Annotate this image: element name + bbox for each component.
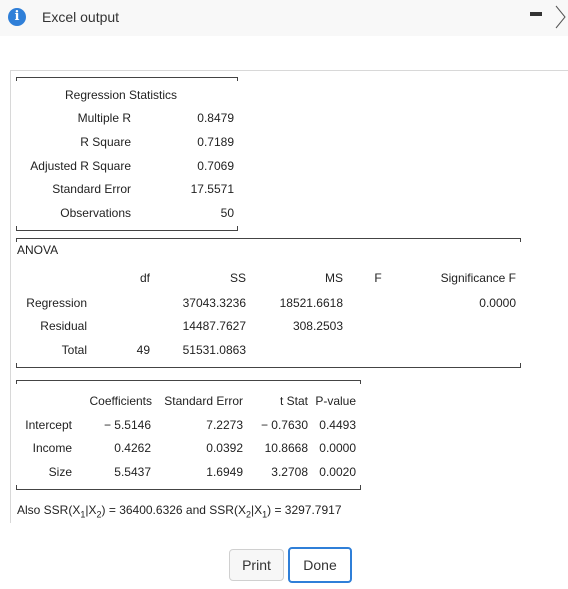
done-button[interactable]: Done [288, 547, 352, 583]
coefficients-row-label: Intercept [25, 418, 72, 432]
stat-value: 17.5571 [190, 182, 234, 196]
stat-label: Standard Error [52, 182, 131, 196]
coefficients-cell: − 0.7630 [260, 418, 308, 432]
coefficients-row-label: Income [32, 441, 72, 455]
anova-cell: 51531.0863 [182, 343, 246, 357]
stat-label: Observations [60, 206, 131, 220]
coefficients-cell: 3.2708 [271, 465, 308, 479]
coefficients-row-label: Size [48, 465, 72, 479]
info-icon: i [8, 8, 26, 26]
anova-row-label: Residual [40, 319, 87, 333]
stat-value: 0.7069 [197, 159, 234, 173]
coefficients-cell: 0.0000 [319, 441, 356, 455]
anova-column-header: F [374, 271, 382, 285]
dialog-titlebar: i Excel output [0, 0, 568, 36]
anova-cell: 0.0000 [479, 296, 516, 310]
coefficients-column-header: P-value [315, 394, 356, 408]
coefficients-cell: 1.6949 [206, 465, 243, 479]
coefficients-cell: 7.2273 [206, 418, 243, 432]
chevron-right-icon[interactable] [553, 4, 567, 30]
anova-cell: 308.2503 [292, 319, 343, 333]
stat-label: R Square [80, 135, 131, 149]
regression-statistics-heading: Regression Statistics [65, 88, 178, 102]
coefficients-cell: 5.5437 [114, 465, 151, 479]
ssr-note: Also SSR(X1|X2) = 36400.6326 and SSR(X2|… [17, 503, 342, 520]
coefficients-cell: 0.0392 [206, 441, 243, 455]
stat-value: 50 [220, 206, 234, 220]
coefficients-column-header: Coefficients [89, 394, 152, 408]
stat-value: 0.8479 [197, 111, 234, 125]
coefficients-column-header: t Stat [279, 394, 308, 408]
anova-row-label: Regression [26, 296, 87, 310]
minimize-icon[interactable] [530, 12, 542, 16]
coefficients-cell: − 5.5146 [103, 418, 151, 432]
anova-cell: 14487.7627 [182, 319, 246, 333]
anova-cell: 18521.6618 [279, 296, 343, 310]
anova-heading: ANOVA [17, 243, 59, 257]
anova-column-header: Significance F [440, 271, 516, 285]
coefficients-cell: 0.0020 [319, 465, 356, 479]
coefficients-cell: 0.4493 [319, 418, 356, 432]
anova-cell: 49 [136, 343, 150, 357]
anova-column-header: MS [325, 271, 343, 285]
print-button[interactable]: Print [229, 549, 284, 581]
coefficients-column-header: Standard Error [164, 394, 243, 408]
anova-column-header: SS [229, 271, 246, 285]
anova-cell: 37043.3236 [182, 296, 246, 310]
coefficients-cell: 10.8668 [264, 441, 308, 455]
anova-column-header: df [139, 271, 150, 285]
stat-label: Multiple R [77, 111, 131, 125]
dialog-title: Excel output [42, 9, 120, 25]
coefficients-cell: 0.4262 [114, 441, 151, 455]
anova-row-label: Total [61, 343, 87, 357]
stat-value: 0.7189 [197, 135, 234, 149]
stat-label: Adjusted R Square [30, 159, 131, 173]
